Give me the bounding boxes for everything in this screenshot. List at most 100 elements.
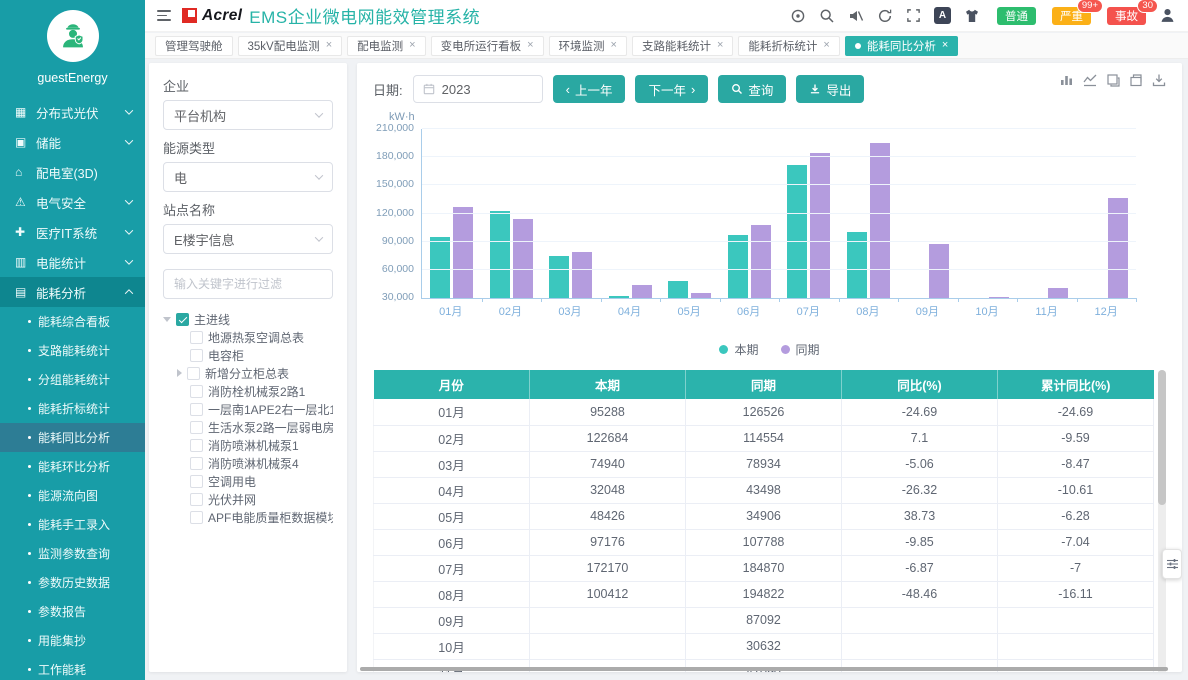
tree-node[interactable]: 生活水泵2路一层弱电房	[163, 418, 333, 436]
tab-management-cockpit[interactable]: 管理驾驶舱	[155, 36, 233, 56]
medical-cross-icon: ✚	[15, 225, 36, 239]
close-icon[interactable]: ×	[409, 40, 415, 51]
target-icon[interactable]	[790, 8, 806, 24]
checkbox[interactable]	[190, 511, 203, 524]
alarm-badge-normal[interactable]: 普通	[997, 7, 1036, 25]
checkbox[interactable]	[190, 493, 203, 506]
horizontal-scrollbar-thumb[interactable]	[360, 667, 1168, 671]
enterprise-select[interactable]: 平台机构	[163, 100, 333, 130]
tree-filter-input[interactable]	[163, 269, 333, 299]
energy-type-select[interactable]: 电	[163, 162, 333, 192]
sidebar-subitem-group-energy[interactable]: 分组能耗统计	[0, 365, 145, 394]
panel-resize-handle[interactable]	[1162, 549, 1182, 579]
tree-node[interactable]: 光伏并网	[163, 490, 333, 508]
bullet-icon	[28, 610, 31, 613]
refresh-icon[interactable]	[877, 8, 893, 24]
sidebar-subitem-param-report[interactable]: 参数报告	[0, 597, 145, 626]
checkbox[interactable]	[190, 475, 203, 488]
sidebar-item-power-room-3d[interactable]: ⌂配电室(3D)	[0, 157, 145, 187]
tree-node[interactable]: APF电能质量柜数据模块1	[163, 508, 333, 526]
x-axis-tick	[1017, 298, 1018, 302]
close-icon[interactable]: ×	[717, 40, 723, 51]
close-icon[interactable]: ×	[823, 40, 829, 51]
sidebar-item-power-statistics[interactable]: ▥电能统计	[0, 247, 145, 277]
close-icon[interactable]: ×	[611, 40, 617, 51]
sidebar-subitem-energy-yoy[interactable]: 能耗同比分析	[0, 423, 145, 452]
tab-energy-convert-stats[interactable]: 能耗折标统计×	[738, 36, 839, 56]
tree-node[interactable]: 新增分立柜总表	[163, 364, 333, 382]
sidebar-subitem-energy-mom[interactable]: 能耗环比分析	[0, 452, 145, 481]
user-icon[interactable]	[1159, 7, 1176, 24]
checkbox[interactable]	[176, 313, 189, 326]
table-scrollbar-thumb[interactable]	[1158, 370, 1166, 505]
sidebar-subitem-work-energy[interactable]: 工作能耗	[0, 655, 145, 680]
checkbox[interactable]	[190, 385, 203, 398]
tab-power-monitor[interactable]: 配电监测×	[347, 36, 425, 56]
bullet-icon	[28, 552, 31, 555]
station-label: 站点名称	[163, 200, 333, 219]
tree-node-root[interactable]: 主进线	[163, 310, 333, 328]
export-button[interactable]: 导出	[796, 75, 864, 103]
tree-node[interactable]: 空调用电	[163, 472, 333, 490]
theme-shirt-icon[interactable]	[964, 8, 980, 24]
checkbox[interactable]	[187, 367, 200, 380]
sidebar-item-distributed-pv[interactable]: ▦分布式光伏	[0, 97, 145, 127]
caret-right-icon[interactable]	[177, 369, 182, 377]
tree-node[interactable]: 消防喷淋机械泵4	[163, 454, 333, 472]
magictype-bar-icon[interactable]	[1060, 73, 1074, 87]
sidebar-item-electrical-safety[interactable]: ⚠电气安全	[0, 187, 145, 217]
tree-node[interactable]: 消防栓机械泵2路1	[163, 382, 333, 400]
tree-node[interactable]: 电容柜	[163, 346, 333, 364]
legend-item-本期[interactable]: 本期	[719, 341, 758, 358]
sidebar-item-energy-storage[interactable]: ▣储能	[0, 127, 145, 157]
alarm-badge-serious[interactable]: 严重99+	[1052, 7, 1091, 25]
fullscreen-icon[interactable]	[906, 8, 921, 23]
year-picker[interactable]: 2023	[413, 75, 543, 103]
close-icon[interactable]: ×	[942, 40, 948, 51]
sidebar-subitem-manual-entry[interactable]: 能耗手工录入	[0, 510, 145, 539]
tree-node[interactable]: 消防喷淋机械泵1	[163, 436, 333, 454]
stack-icon[interactable]	[1106, 73, 1120, 87]
tree-node[interactable]: 地源热泵空调总表	[163, 328, 333, 346]
checkbox[interactable]	[190, 403, 203, 416]
search-icon[interactable]	[819, 8, 835, 24]
tree-node[interactable]: 一层南1APE2右一层北1APE1左	[163, 400, 333, 418]
legend-item-同期[interactable]: 同期	[781, 341, 820, 358]
sidebar-subitem-meter-reading[interactable]: 用能集抄	[0, 626, 145, 655]
checkbox[interactable]	[190, 421, 203, 434]
query-button[interactable]: 查询	[718, 75, 786, 103]
tab-branch-energy-stats[interactable]: 支路能耗统计×	[632, 36, 733, 56]
sidebar-subitem-energy-convert[interactable]: 能耗折标统计	[0, 394, 145, 423]
restore-icon[interactable]	[1129, 73, 1143, 87]
sidebar-subitem-energy-flow[interactable]: 能源流向图	[0, 481, 145, 510]
table-cell: 100412	[530, 581, 686, 607]
sidebar-item-energy-analysis[interactable]: ▤能耗分析	[0, 277, 145, 307]
checkbox[interactable]	[190, 349, 203, 362]
tab-35kv-power-monitor[interactable]: 35kV配电监测×	[238, 36, 343, 56]
checkbox[interactable]	[190, 457, 203, 470]
tab-substation-board[interactable]: 变电所运行看板×	[431, 36, 544, 56]
mute-icon[interactable]	[848, 8, 864, 24]
caret-down-icon[interactable]	[163, 317, 171, 322]
station-select[interactable]: E楼宇信息	[163, 224, 333, 254]
tab-energy-yoy-analysis[interactable]: 能耗同比分析×	[845, 36, 958, 56]
table-cell: -16.11	[998, 581, 1154, 607]
sidebar-subitem-branch-energy[interactable]: 支路能耗统计	[0, 336, 145, 365]
sidebar-subitem-param-history[interactable]: 参数历史数据	[0, 568, 145, 597]
next-year-button[interactable]: 下一年›	[635, 75, 708, 103]
magictype-line-icon[interactable]	[1083, 73, 1097, 87]
checkbox[interactable]	[190, 331, 203, 344]
prev-year-button[interactable]: ‹上一年	[553, 75, 626, 103]
tab-env-monitor[interactable]: 环境监测×	[549, 36, 627, 56]
sidebar-subitem-energy-dashboard[interactable]: 能耗综合看板	[0, 307, 145, 336]
checkbox[interactable]	[190, 439, 203, 452]
sidebar-subitem-param-query[interactable]: 监测参数查询	[0, 539, 145, 568]
y-axis-tick-label: 150,000	[376, 178, 414, 190]
sidebar-item-medical-it[interactable]: ✚医疗IT系统	[0, 217, 145, 247]
alarm-badge-accident[interactable]: 事故30	[1107, 7, 1146, 25]
font-size-icon[interactable]: A	[934, 7, 951, 24]
close-icon[interactable]: ×	[527, 40, 533, 51]
collapse-menu-icon[interactable]	[157, 10, 172, 21]
close-icon[interactable]: ×	[326, 40, 332, 51]
save-image-icon[interactable]	[1152, 73, 1166, 87]
